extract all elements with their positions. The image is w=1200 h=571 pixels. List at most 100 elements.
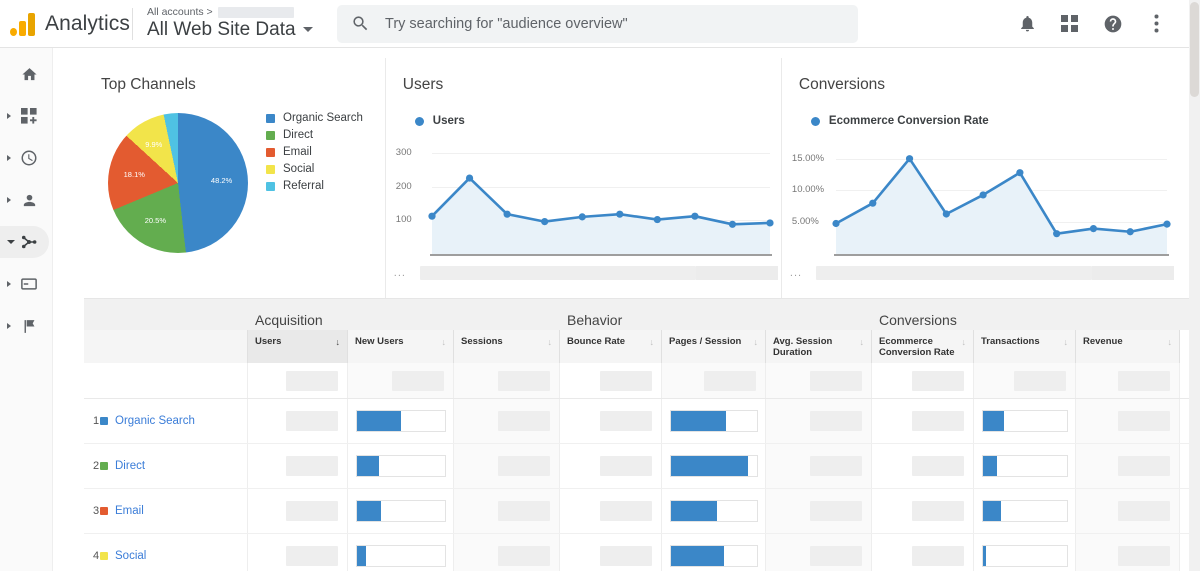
column-header-transactions[interactable]: Transactions↓ [974, 330, 1076, 363]
column-header-label: Revenue [1083, 336, 1123, 347]
bar-track [670, 410, 758, 432]
sidebar-item-conversions[interactable] [0, 310, 52, 342]
chevron-down-icon[interactable] [303, 27, 313, 32]
page-scrollbar-thumb[interactable] [1190, 2, 1199, 97]
sidebar-item-audience[interactable] [0, 184, 52, 216]
table-group-header: Conversions [872, 299, 1180, 330]
account-selector[interactable]: All accounts > All Web Site Data [147, 0, 322, 48]
legend-item[interactable]: Organic Search [266, 110, 363, 127]
chevron-right-icon[interactable] [7, 323, 11, 329]
bar-track [356, 545, 446, 567]
avg-duration-value-cell [766, 534, 872, 571]
brand-area[interactable]: Analytics [0, 12, 130, 36]
summary-metric-cell [560, 363, 662, 398]
sort-arrow-icon[interactable]: ↓ [548, 337, 553, 347]
app-header: Analytics All accounts > All Web Site Da… [0, 0, 1190, 48]
users-line-chart[interactable]: 100200300 [394, 138, 776, 266]
table-summary-row [84, 363, 1190, 399]
sort-arrow-icon[interactable]: ↓ [860, 337, 865, 347]
redacted-value [704, 371, 756, 391]
conversions-line-chart[interactable]: 5.00%10.00%15.00% [790, 138, 1173, 266]
redacted-date-axis-end[interactable] [696, 266, 778, 280]
channel-link[interactable]: Organic Search [115, 415, 195, 427]
more-vert-icon[interactable] [1144, 12, 1168, 36]
redacted-account-name [218, 7, 294, 18]
bar-fill [357, 501, 381, 521]
table-row[interactable]: 4Social [84, 534, 1190, 571]
column-header-revenue[interactable]: Revenue ↓ [1076, 330, 1180, 363]
bar-track [670, 455, 758, 477]
chevron-right-icon[interactable] [7, 113, 11, 119]
sort-arrow-icon[interactable]: ↓ [442, 337, 447, 347]
table-row[interactable]: 3Email [84, 489, 1190, 534]
transactions-bar-cell [974, 399, 1076, 443]
legend-item[interactable]: Email [266, 144, 363, 161]
help-icon[interactable] [1101, 12, 1125, 36]
legend-item[interactable]: Social [266, 161, 363, 178]
search-input[interactable]: Try searching for "audience overview" [337, 5, 858, 43]
bell-icon[interactable] [1015, 12, 1039, 36]
chart-ellipsis[interactable]: ... [394, 267, 420, 279]
column-header-users[interactable]: Users↓ [248, 330, 348, 363]
legend-item[interactable]: Referral [266, 178, 363, 195]
sidebar-item-behavior[interactable] [0, 268, 52, 300]
pie-slice-label: 48.2% [211, 176, 232, 185]
sort-arrow-icon[interactable]: ↓ [754, 337, 759, 347]
revenue-value-cell [1076, 489, 1180, 533]
chevron-down-icon[interactable] [7, 240, 15, 244]
column-header-sessions[interactable]: Sessions↓ [454, 330, 560, 363]
redacted-value [810, 456, 862, 476]
channel-cell: 3Email [84, 489, 248, 533]
column-header-ecommerce-conversion-rate[interactable]: Ecommerce Conversion Rate↓ [872, 330, 974, 363]
redacted-date-axis[interactable] [420, 266, 696, 280]
chart-svg [790, 138, 1173, 266]
sort-arrow-icon[interactable]: ↓ [1064, 337, 1069, 347]
ecommerce-conv-value-cell [872, 444, 974, 488]
ecommerce-conv-value-cell [872, 399, 974, 443]
bounce-rate-value-cell [560, 399, 662, 443]
avg-duration-value-cell [766, 489, 872, 533]
sort-arrow-icon[interactable]: ↓ [1168, 337, 1173, 347]
transactions-bar-cell [974, 534, 1076, 571]
breadcrumb-text: All accounts > [147, 6, 213, 18]
chevron-right-icon[interactable] [7, 155, 11, 161]
legend-swatch [266, 148, 275, 157]
new-users-bar-cell [348, 534, 454, 571]
sort-arrow-icon[interactable]: ↓ [650, 337, 655, 347]
channel-link[interactable]: Direct [115, 460, 145, 472]
bounce-rate-value-cell [560, 534, 662, 571]
column-header-avg-session-duration[interactable]: Avg. Session Duration↓ [766, 330, 872, 363]
chart-ellipsis[interactable]: ... [790, 267, 816, 279]
page-scrollbar-track[interactable] [1189, 0, 1200, 571]
legend-item[interactable]: Direct [266, 127, 363, 144]
column-header-bounce-rate[interactable]: Bounce Rate↓ [560, 330, 662, 363]
table-row[interactable]: 2Direct [84, 444, 1190, 489]
table-row[interactable]: 1Organic Search [84, 399, 1190, 444]
bar-track [670, 545, 758, 567]
chevron-right-icon[interactable] [7, 281, 11, 287]
channel-link[interactable]: Email [115, 505, 144, 517]
column-header-new-users[interactable]: New Users↓ [348, 330, 454, 363]
legend-label: Social [283, 163, 314, 175]
sort-arrow-icon[interactable]: ↓ [336, 337, 341, 347]
sidebar-item-acquisition[interactable] [0, 226, 49, 258]
channel-link[interactable]: Social [115, 550, 146, 562]
sessions-value-cell [454, 444, 560, 488]
pie-slice-label: 18.1% [124, 170, 145, 179]
redacted-value [912, 411, 964, 431]
series-label: Ecommerce Conversion Rate [829, 115, 989, 127]
sort-arrow-icon[interactable]: ↓ [962, 337, 967, 347]
account-breadcrumb: All accounts > [147, 6, 322, 18]
sidebar-item-realtime[interactable] [0, 142, 52, 174]
sidebar-item-customization[interactable] [0, 100, 52, 132]
chevron-right-icon[interactable] [7, 197, 11, 203]
redacted-value [498, 411, 550, 431]
redacted-date-axis-end[interactable] [1092, 266, 1174, 280]
redacted-date-axis[interactable] [816, 266, 1092, 280]
apps-grid-icon[interactable] [1058, 12, 1082, 36]
transactions-bar-cell [974, 489, 1076, 533]
clock-icon [19, 148, 39, 168]
sidebar-item-home[interactable] [0, 58, 52, 90]
column-header-pages-session[interactable]: Pages / Session↓ [662, 330, 766, 363]
users-value-cell [248, 534, 348, 571]
